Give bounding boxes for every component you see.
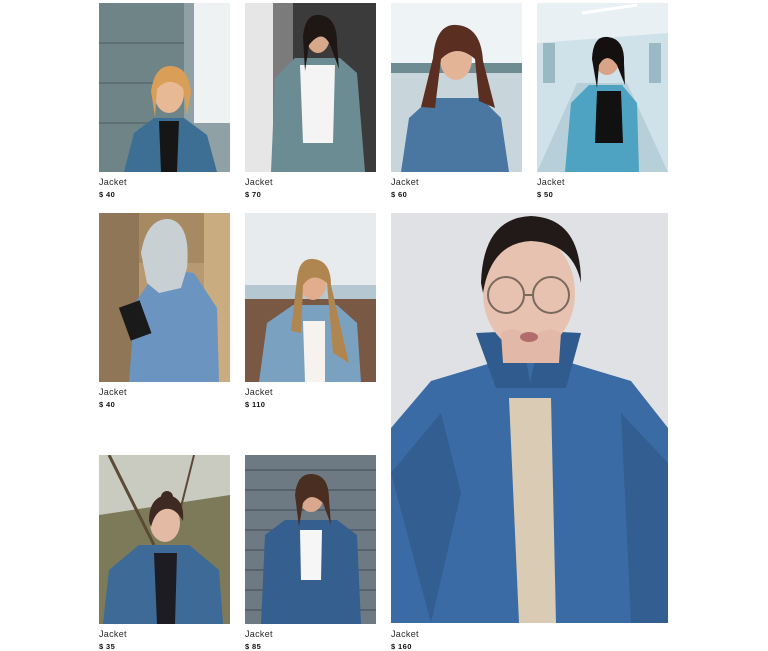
product-card-featured[interactable]: Jacket $ 160: [391, 213, 668, 651]
product-price: $ 70: [245, 190, 262, 199]
product-card[interactable]: Jacket $ 85: [245, 455, 376, 651]
product-name[interactable]: Jacket: [99, 387, 127, 397]
product-photo[interactable]: [245, 3, 376, 172]
product-photo[interactable]: [245, 455, 376, 624]
product-photo[interactable]: [245, 213, 376, 382]
product-name[interactable]: Jacket: [537, 177, 565, 187]
product-card[interactable]: Jacket $ 35: [99, 455, 230, 651]
product-name[interactable]: Jacket: [245, 387, 273, 397]
product-price: $ 110: [245, 400, 266, 409]
product-photo[interactable]: [391, 3, 522, 172]
product-card[interactable]: Jacket $ 40: [99, 213, 230, 409]
product-photo[interactable]: [99, 3, 230, 172]
product-price: $ 40: [99, 400, 116, 409]
product-card[interactable]: Jacket $ 40: [99, 3, 230, 199]
product-price: $ 40: [99, 190, 116, 199]
product-card[interactable]: Jacket $ 70: [245, 3, 376, 199]
product-name[interactable]: Jacket: [245, 629, 273, 639]
product-name[interactable]: Jacket: [99, 177, 127, 187]
product-name[interactable]: Jacket: [391, 177, 419, 187]
product-photo[interactable]: [391, 213, 668, 623]
product-card[interactable]: Jacket $ 50: [537, 3, 668, 199]
product-price: $ 60: [391, 190, 408, 199]
product-name[interactable]: Jacket: [99, 629, 127, 639]
product-photo[interactable]: [99, 213, 230, 382]
product-price: $ 50: [537, 190, 554, 199]
product-photo[interactable]: [537, 3, 668, 172]
product-name[interactable]: Jacket: [245, 177, 273, 187]
product-card[interactable]: Jacket $ 110: [245, 213, 376, 409]
product-name[interactable]: Jacket: [391, 629, 419, 639]
product-photo[interactable]: [99, 455, 230, 624]
product-card[interactable]: Jacket $ 60: [391, 3, 522, 199]
